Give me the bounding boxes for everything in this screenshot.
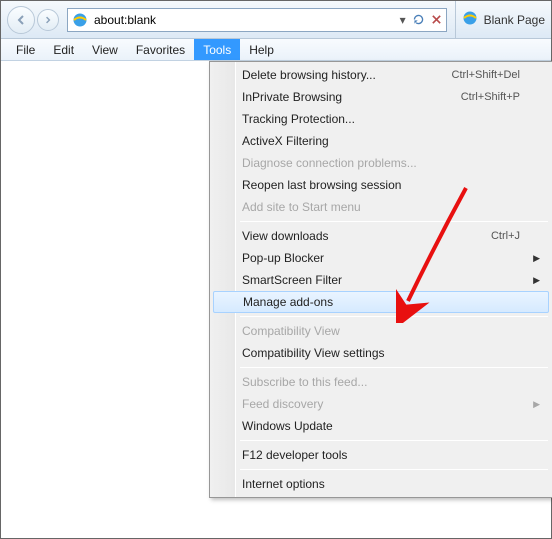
menu-separator — [240, 221, 548, 222]
dropdown-icon[interactable]: ▾ — [400, 13, 406, 27]
submenu-arrow-icon: ▶ — [533, 253, 540, 264]
page-icon — [72, 12, 88, 28]
submenu-arrow-icon: ▶ — [533, 399, 540, 410]
menu-help[interactable]: Help — [240, 39, 283, 60]
menu-item-delete-browsing-history[interactable]: Delete browsing history...Ctrl+Shift+Del — [212, 64, 550, 86]
address-input[interactable] — [94, 13, 394, 27]
tools-dropdown-menu: Delete browsing history...Ctrl+Shift+Del… — [209, 61, 552, 498]
back-arrow-icon — [14, 13, 28, 27]
address-bar[interactable]: ▾ — [67, 8, 447, 32]
menu-favorites[interactable]: Favorites — [127, 39, 194, 60]
menu-item-label: View downloads — [242, 229, 491, 243]
menu-file[interactable]: File — [7, 39, 44, 60]
menu-item-label: Compatibility View — [242, 324, 520, 338]
tab-title: Blank Page — [484, 13, 545, 27]
submenu-arrow-icon: ▶ — [533, 275, 540, 286]
menu-item-compatibility-view: Compatibility View — [212, 320, 550, 342]
menu-item-tracking-protection[interactable]: Tracking Protection... — [212, 108, 550, 130]
menu-separator — [240, 367, 548, 368]
menu-item-label: Feed discovery — [242, 397, 520, 411]
menu-item-compatibility-view-settings[interactable]: Compatibility View settings — [212, 342, 550, 364]
menu-item-subscribe-to-this-feed: Subscribe to this feed... — [212, 371, 550, 393]
menu-item-activex-filtering[interactable]: ActiveX Filtering — [212, 130, 550, 152]
menu-item-label: Manage add-ons — [243, 295, 519, 309]
menu-separator — [240, 440, 548, 441]
menu-tools[interactable]: Tools — [194, 39, 240, 60]
menu-item-label: Compatibility View settings — [242, 346, 520, 360]
menu-item-label: Delete browsing history... — [242, 68, 452, 82]
stop-icon[interactable] — [431, 14, 442, 25]
menu-bar: FileEditViewFavoritesToolsHelp — [1, 39, 551, 61]
menu-item-label: Diagnose connection problems... — [242, 156, 520, 170]
menu-separator — [240, 469, 548, 470]
menu-item-label: Pop-up Blocker — [242, 251, 520, 265]
menu-item-smartscreen-filter[interactable]: SmartScreen Filter ▶ — [212, 269, 550, 291]
menu-item-internet-options[interactable]: Internet options — [212, 473, 550, 495]
menu-item-label: Windows Update — [242, 419, 520, 433]
menu-item-shortcut: Ctrl+Shift+P — [461, 91, 520, 103]
menu-view[interactable]: View — [83, 39, 127, 60]
forward-arrow-icon — [43, 15, 53, 25]
menu-item-label: SmartScreen Filter — [242, 273, 520, 287]
menu-item-label: Add site to Start menu — [242, 200, 520, 214]
navigation-bar: ▾ Blank Page — [1, 1, 551, 39]
menu-item-diagnose-connection-problems: Diagnose connection problems... — [212, 152, 550, 174]
menu-item-reopen-last-browsing-session[interactable]: Reopen last browsing session — [212, 174, 550, 196]
menu-separator — [240, 316, 548, 317]
menu-item-label: Subscribe to this feed... — [242, 375, 520, 389]
menu-item-manage-add-ons[interactable]: Manage add-ons — [213, 291, 549, 313]
menu-edit[interactable]: Edit — [44, 39, 83, 60]
menu-item-inprivate-browsing[interactable]: InPrivate BrowsingCtrl+Shift+P — [212, 86, 550, 108]
menu-item-label: ActiveX Filtering — [242, 134, 520, 148]
menu-item-view-downloads[interactable]: View downloadsCtrl+J — [212, 225, 550, 247]
forward-button[interactable] — [37, 9, 59, 31]
refresh-icon[interactable] — [412, 13, 425, 26]
menu-item-label: Internet options — [242, 477, 520, 491]
menu-item-label: InPrivate Browsing — [242, 90, 461, 104]
menu-item-pop-up-blocker[interactable]: Pop-up Blocker ▶ — [212, 247, 550, 269]
menu-item-label: Reopen last browsing session — [242, 178, 520, 192]
menu-item-feed-discovery: Feed discovery ▶ — [212, 393, 550, 415]
menu-item-f12-developer-tools[interactable]: F12 developer tools — [212, 444, 550, 466]
menu-item-shortcut: Ctrl+J — [491, 230, 520, 242]
menu-item-add-site-to-start-menu: Add site to Start menu — [212, 196, 550, 218]
tab-page-icon — [462, 10, 478, 29]
back-button[interactable] — [7, 6, 35, 34]
menu-item-label: F12 developer tools — [242, 448, 520, 462]
menu-item-label: Tracking Protection... — [242, 112, 520, 126]
tab[interactable]: Blank Page — [455, 1, 545, 38]
menu-item-shortcut: Ctrl+Shift+Del — [452, 69, 520, 81]
menu-item-windows-update[interactable]: Windows Update — [212, 415, 550, 437]
